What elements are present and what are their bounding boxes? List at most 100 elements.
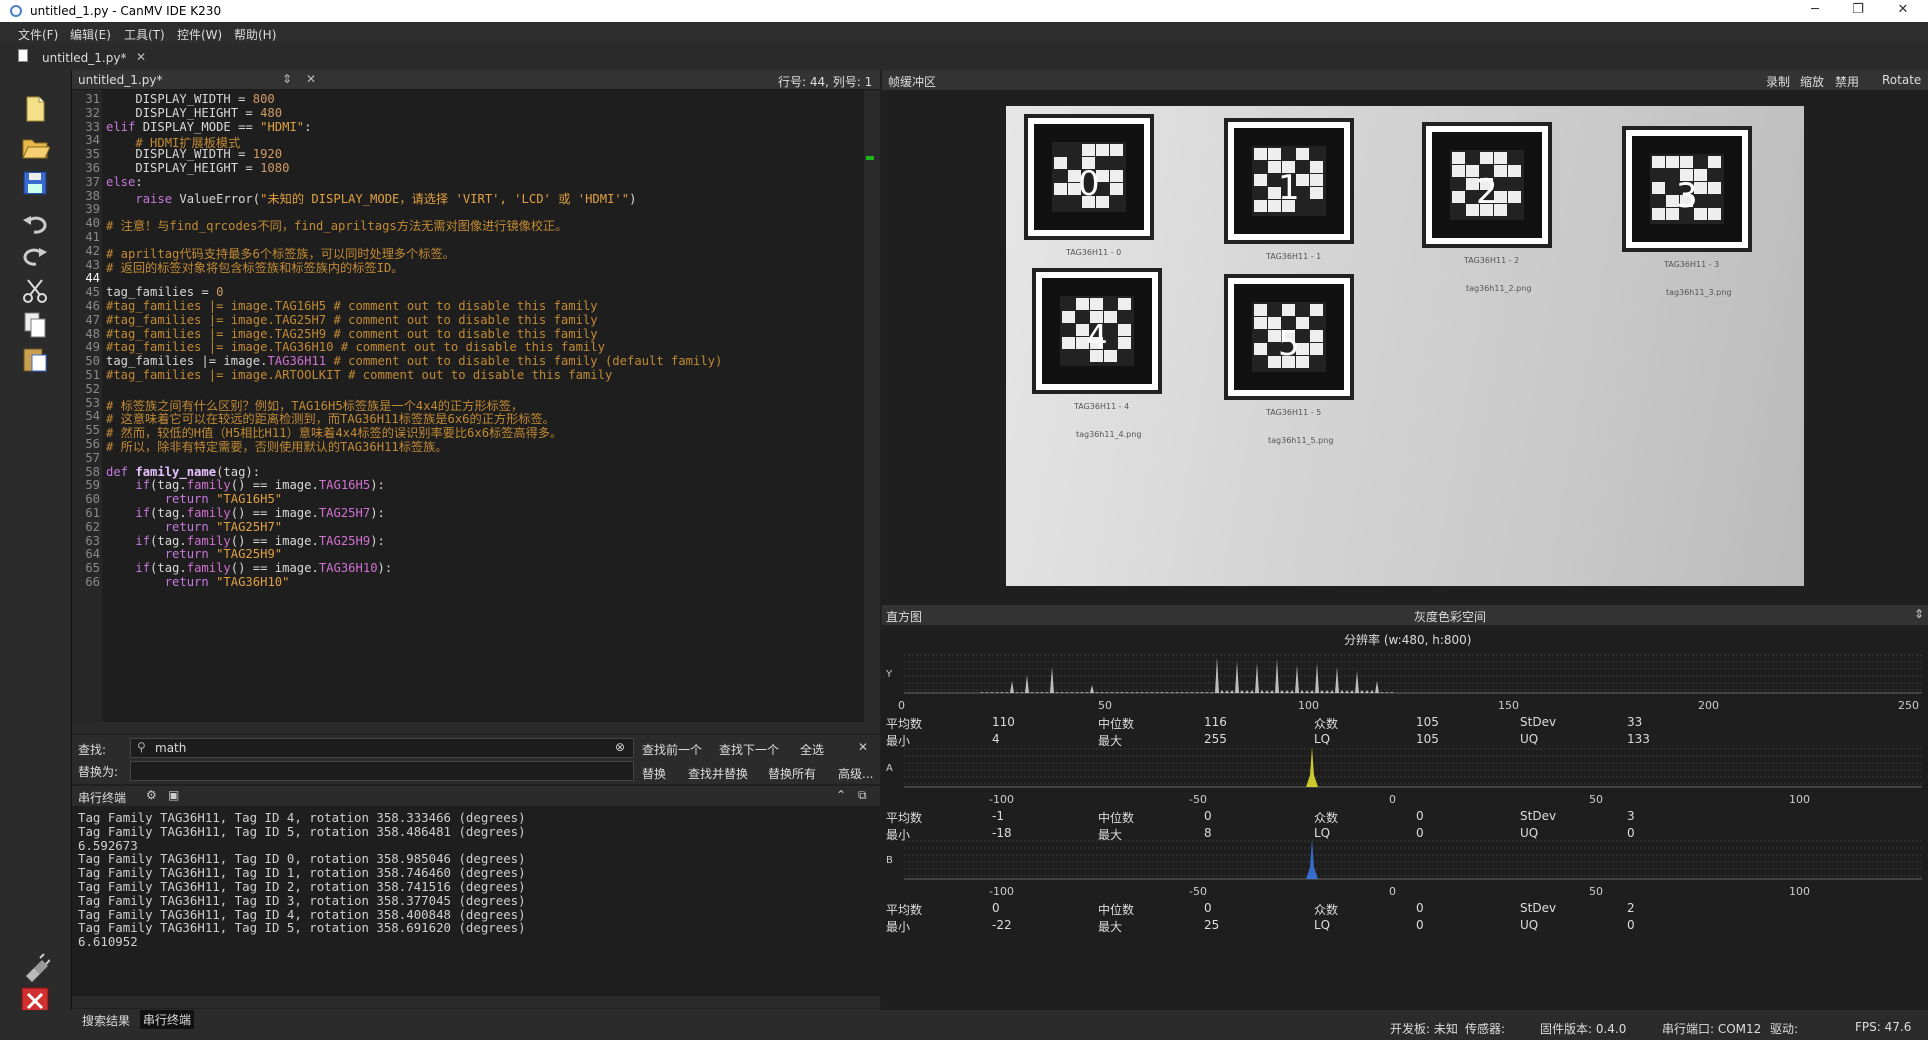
close-editor-icon[interactable]: ✕ xyxy=(306,72,316,86)
cut-icon[interactable] xyxy=(20,276,56,310)
tag-id-overlay: 4 xyxy=(1086,318,1108,358)
terminal-line: Tag Family TAG36H11, Tag ID 3, rotation … xyxy=(78,892,526,908)
paste-icon[interactable] xyxy=(20,344,56,378)
minimize-icon[interactable]: ─ xyxy=(1805,2,1825,20)
histogram-title: 直方图 xyxy=(886,610,923,624)
copy-icon[interactable] xyxy=(20,310,56,344)
line-number: 36 xyxy=(85,161,100,175)
code-line: #tag_families |= image.TAG36H10 # commen… xyxy=(106,340,605,355)
close-window-icon[interactable]: ✕ xyxy=(1893,2,1913,20)
stat-value-mode: 105 xyxy=(1416,715,1439,729)
line-number: 64 xyxy=(85,547,100,562)
terminal-hscrollbar[interactable] xyxy=(72,996,880,1008)
tab-serial-terminal[interactable]: 串行终端 xyxy=(140,1010,195,1029)
maximize-icon[interactable]: ❐ xyxy=(1848,2,1868,20)
apriltag-cell xyxy=(1508,191,1521,203)
replace-all-button[interactable]: 替换所有 xyxy=(768,765,816,782)
close-tab-icon[interactable]: ✕ xyxy=(136,50,146,64)
find-replace-button[interactable]: 查找并替换 xyxy=(688,765,748,782)
disable-button[interactable]: 禁用 xyxy=(1835,73,1859,90)
stat-label-lq: LQ xyxy=(1314,732,1331,746)
tick-label: 50 xyxy=(1589,793,1603,805)
serial-terminal[interactable]: Tag Family TAG36H11, Tag ID 4, rotation … xyxy=(72,806,880,996)
colorspace-select[interactable]: 灰度色彩空间 xyxy=(1414,608,1486,625)
tab-search-results[interactable]: 搜索结果 xyxy=(80,1012,132,1029)
apriltag-cell xyxy=(1090,298,1103,310)
advanced-button[interactable]: 高级... xyxy=(838,765,873,782)
find-next-button[interactable]: 查找下一个 xyxy=(719,741,779,758)
clear-find-icon[interactable]: ⊗ xyxy=(615,740,625,754)
code-line: def family_name(tag): xyxy=(106,464,261,479)
stat-value-lq: 0 xyxy=(1416,918,1424,932)
apriltag-4: 4 xyxy=(1032,268,1162,394)
stat-value-mean: 0 xyxy=(992,901,1000,915)
redo-button[interactable] xyxy=(20,240,56,274)
file-tab-bar: untitled_1.py* ✕ xyxy=(0,44,1928,70)
undo-button[interactable] xyxy=(20,208,56,242)
new-file-button[interactable] xyxy=(20,94,56,128)
line-number: 50 xyxy=(85,354,100,369)
save-button[interactable] xyxy=(20,168,56,202)
colorspace-chevron-icon[interactable]: ⇕ xyxy=(1914,607,1924,621)
histogram-header: 直方图 灰度色彩空间 ⇕ xyxy=(882,605,1928,625)
sensor-status: 传感器: xyxy=(1465,1022,1506,1036)
stat-value-stdev: 2 xyxy=(1627,901,1635,915)
replace-input[interactable] xyxy=(130,761,634,781)
apriltag-cell xyxy=(1452,152,1465,164)
zoom-button[interactable]: 缩放 xyxy=(1800,73,1824,90)
menu-file[interactable]: 文件(F) xyxy=(18,26,58,43)
apriltag-cell xyxy=(1310,304,1323,316)
terminal-line: Tag Family TAG36H11, Tag ID 4, rotation … xyxy=(78,906,526,922)
cursor-position: 行号: 44, 列号: 1 xyxy=(778,75,873,89)
menu-tools[interactable]: 工具(T) xyxy=(124,26,165,43)
code-line: elif DISPLAY_MODE == "HDMI": xyxy=(106,119,312,134)
find-input-value: math xyxy=(155,741,187,755)
apriltag-cell xyxy=(1310,187,1323,199)
find-prev-button[interactable]: 查找前一个 xyxy=(642,741,702,758)
select-all-button[interactable]: 全选 xyxy=(800,741,824,758)
stat-label-mean: 平均数 xyxy=(886,717,923,731)
code-line: if(tag.family() == image.TAG16H5): xyxy=(135,478,385,493)
tag-caption: TAG36H11 - 2 xyxy=(1464,256,1520,265)
stat-label-stdev: StDev xyxy=(1520,901,1557,915)
file-selector-icon[interactable]: ⇕ xyxy=(282,72,292,86)
replace-button[interactable]: 替换 xyxy=(642,765,666,782)
menu-widgets[interactable]: 控件(W) xyxy=(177,26,222,43)
code-line: # 所以，除非有特定需要，否则使用默认的TAG36H11标签族。 xyxy=(106,440,448,454)
line-number: 56 xyxy=(85,437,100,451)
apriltag-1: 1 xyxy=(1224,118,1354,244)
collapse-icon[interactable]: ⌃ xyxy=(836,788,846,802)
menu-edit[interactable]: 编辑(E) xyxy=(70,26,111,43)
menu-bar: 文件(F) 编辑(E) 工具(T) 控件(W) 帮助(H) xyxy=(0,22,1928,44)
terminal-save-icon[interactable]: ▣ xyxy=(168,788,179,802)
stat-value-median: 0 xyxy=(1204,809,1212,823)
editor-hscrollbar[interactable] xyxy=(72,722,880,734)
tag-filename: tag36h11_2.png xyxy=(1466,284,1532,293)
close-find-icon[interactable]: ✕ xyxy=(858,740,868,754)
record-button[interactable]: 录制 xyxy=(1766,73,1790,90)
line-number: 44 xyxy=(85,271,100,286)
float-icon[interactable]: ⧉ xyxy=(858,788,867,803)
code-editor[interactable]: 31 32 33 34 35 36 37 38 39 40 41 42 43 44 45 46 47 48 49 50… xyxy=(72,90,880,722)
camera-frame: 0TAG36H11 - 0tag36h11_0.png1TAG36H11 - 1… xyxy=(1006,106,1804,586)
resolution-label: 分辨率 (w:480, h:800) xyxy=(1344,633,1472,647)
menu-help[interactable]: 帮助(H) xyxy=(234,26,276,43)
file-tab[interactable]: untitled_1.py* ✕ xyxy=(10,47,160,69)
apriltag-cell xyxy=(1268,148,1281,160)
stat-label-median: 中位数 xyxy=(1098,811,1135,825)
apriltag-cell xyxy=(1296,148,1309,160)
rotate-button[interactable]: Rotate xyxy=(1882,73,1921,87)
apriltag-cell xyxy=(1494,152,1507,164)
apriltag-cell xyxy=(1110,144,1123,156)
line-number: 65 xyxy=(85,561,100,576)
line-number: 46 xyxy=(85,299,100,313)
terminal-settings-icon[interactable]: ⚙ xyxy=(146,788,157,802)
apriltag-cell xyxy=(1118,337,1131,349)
find-input[interactable]: ⚲ math ⊗ xyxy=(130,738,634,758)
editor-scrollbar[interactable] xyxy=(864,90,880,722)
open-folder-button[interactable] xyxy=(20,132,56,166)
connect-icon[interactable] xyxy=(20,952,56,986)
tick-label: 250 xyxy=(1898,699,1919,711)
apriltag-cell xyxy=(1480,152,1493,164)
stat-label-median: 中位数 xyxy=(1098,717,1135,731)
